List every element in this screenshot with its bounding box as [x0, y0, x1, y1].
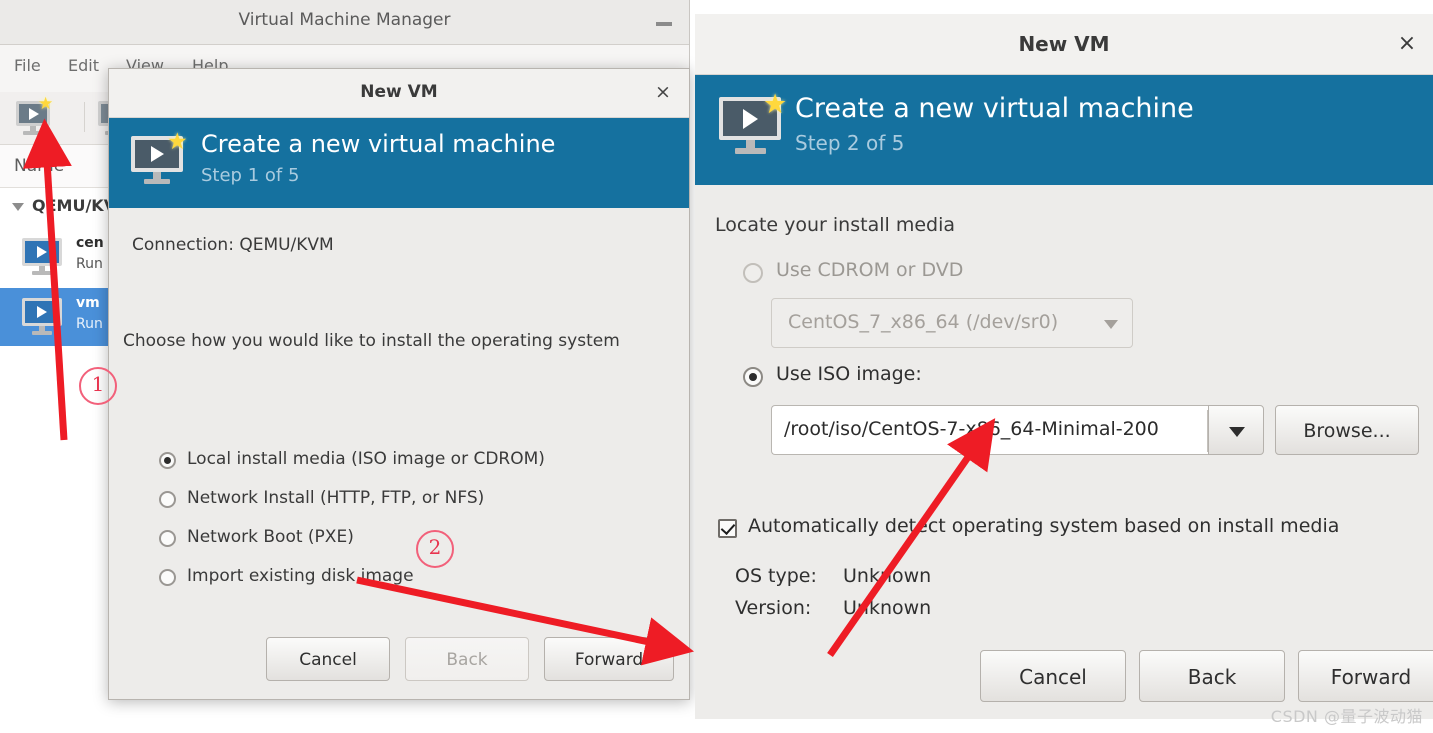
section-label: Locate your install media	[715, 214, 955, 236]
left-screenshot-panel: Virtual Machine Manager File Edit View H…	[0, 0, 695, 733]
radio-icon	[159, 569, 176, 586]
radio-label: Network Boot (PXE)	[187, 527, 354, 547]
annotation-marker-1: 1	[79, 367, 117, 405]
annotation-marker-2: 2	[416, 530, 454, 568]
radio-icon	[159, 491, 176, 508]
os-version-value: Unknown	[843, 597, 932, 619]
minimize-icon	[656, 22, 672, 26]
back-button: Back	[405, 637, 529, 681]
vmm-titlebar: Virtual Machine Manager	[0, 0, 689, 45]
forward-button[interactable]: Forward	[1298, 650, 1433, 702]
radio-label: Use CDROM or DVD	[776, 259, 964, 281]
chevron-down-icon	[1229, 427, 1245, 437]
menu-edit[interactable]: Edit	[68, 56, 99, 75]
chevron-down-icon	[1104, 320, 1118, 329]
menu-file[interactable]: File	[14, 56, 41, 75]
new-vm-dialog-step1: New VM × ★ Create a new virtual machine …	[108, 68, 690, 700]
os-type-value: Unknown	[843, 565, 932, 587]
cancel-button[interactable]: Cancel	[266, 637, 390, 681]
radio-icon	[743, 367, 763, 387]
back-button[interactable]: Back	[1139, 650, 1285, 702]
minimize-button[interactable]	[651, 10, 677, 34]
vm-state: Run	[76, 316, 103, 332]
vm-name: vm	[76, 295, 100, 311]
dialog-body: Locate your install media Use CDROM or D…	[695, 185, 1433, 635]
dialog-banner: ★ Create a new virtual machine Step 1 of…	[109, 118, 689, 208]
chevron-down-icon[interactable]	[12, 203, 24, 211]
new-vm-toolbar-button[interactable]: ★	[14, 96, 58, 139]
dialog-title: New VM	[1018, 32, 1110, 56]
dialog-titlebar: New VM ×	[695, 14, 1433, 75]
dialog-body: Connection: QEMU/KVM Choose how you woul…	[109, 209, 689, 679]
checkbox-checked-icon	[718, 519, 737, 538]
connection-label: Connection: QEMU/KVM	[132, 235, 334, 255]
checkbox-label: Automatically detect operating system ba…	[748, 515, 1340, 537]
vmm-window-title: Virtual Machine Manager	[238, 10, 451, 30]
radio-label: Network Install (HTTP, FTP, or NFS)	[187, 488, 485, 508]
iso-path-input[interactable]: /root/iso/CentOS-7-x86_64-Minimal-200	[771, 405, 1208, 455]
install-method-prompt: Choose how you would like to install the…	[123, 331, 620, 351]
dialog-title: New VM	[360, 82, 438, 102]
banner-step: Step 1 of 5	[201, 165, 300, 186]
cancel-button[interactable]: Cancel	[980, 650, 1126, 702]
banner-title: Create a new virtual machine	[795, 93, 1194, 124]
radio-label: Use ISO image:	[776, 363, 922, 385]
banner-title: Create a new virtual machine	[201, 130, 556, 158]
close-icon[interactable]: ×	[1393, 30, 1421, 58]
radio-icon	[159, 530, 176, 547]
radio-icon	[159, 452, 176, 469]
cdrom-device-select: CentOS_7_x86_64 (/dev/sr0)	[771, 298, 1133, 348]
dialog-titlebar: New VM ×	[109, 69, 689, 118]
radio-icon	[743, 263, 763, 283]
radio-label: Import existing disk image	[187, 566, 414, 586]
os-version-key: Version:	[735, 597, 812, 619]
screenshot-root: Virtual Machine Manager File Edit View H…	[0, 0, 1433, 733]
dialog-footer: Cancel Back Forward	[109, 621, 689, 699]
iso-path-value: /root/iso/CentOS-7-x86_64-Minimal-200	[784, 418, 1159, 440]
toolbar-separator	[84, 102, 85, 132]
watermark: CSDN @量子波动猫	[1270, 707, 1423, 726]
radio-label: Local install media (ISO image or CDROM)	[187, 449, 545, 469]
browse-button[interactable]: Browse...	[1275, 405, 1419, 455]
column-header-name: Name	[14, 156, 65, 176]
dialog-banner: ★ Create a new virtual machine Step 2 of…	[695, 75, 1433, 185]
new-vm-dialog-step2: New VM × ★ Create a new virtual machine …	[695, 14, 1433, 719]
close-icon[interactable]: ×	[651, 80, 675, 104]
banner-step: Step 2 of 5	[795, 131, 905, 155]
forward-button[interactable]: Forward	[544, 637, 674, 681]
os-type-key: OS type:	[735, 565, 817, 587]
iso-path-dropdown-button[interactable]	[1208, 405, 1264, 455]
right-screenshot-panel: New VM × ★ Create a new virtual machine …	[695, 0, 1433, 733]
vm-state: Run	[76, 256, 103, 272]
vm-name: cen	[76, 235, 104, 251]
cdrom-device-value: CentOS_7_x86_64 (/dev/sr0)	[788, 311, 1059, 333]
